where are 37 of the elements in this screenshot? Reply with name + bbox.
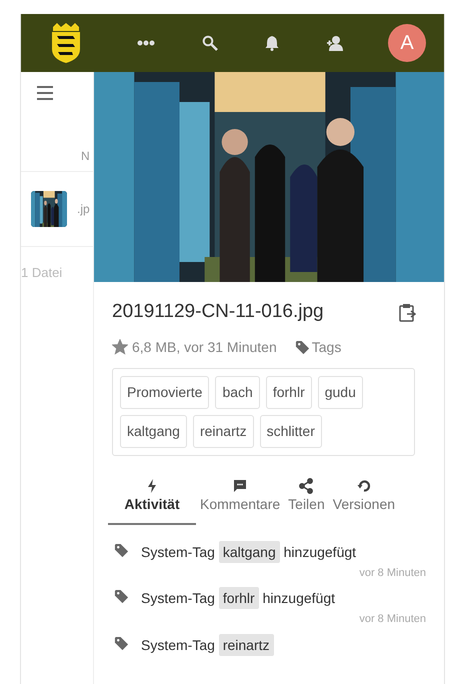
timestamp-text: vor 8 Minuten xyxy=(359,612,426,627)
tag-chip[interactable]: gudu xyxy=(318,376,363,408)
file-meta-text: 6,8 MB, vor 31 Minuten xyxy=(132,338,277,356)
tag-chip[interactable]: schlitter xyxy=(260,414,322,448)
coat-of-arms-logo[interactable] xyxy=(49,23,83,63)
timestamp-text: vor 8 Minuten xyxy=(359,566,426,580)
tag-icon xyxy=(114,542,129,558)
history-icon xyxy=(356,478,372,494)
tab[interactable]: Kommentare xyxy=(196,478,284,524)
activity-text: System-Tag kaltgang hinzugefügt xyxy=(141,538,426,564)
tag-chip[interactable]: reinartz xyxy=(192,414,254,448)
share-icon xyxy=(298,478,314,494)
tags-link[interactable]: Tags xyxy=(312,336,342,358)
comment-icon xyxy=(232,478,248,494)
bell-icon[interactable] xyxy=(265,35,280,51)
tag-icon xyxy=(114,636,129,650)
column-header-text: N xyxy=(81,148,90,165)
activity-text: System-Tag forhlr hinzugefügt xyxy=(141,585,426,611)
menu-icon[interactable] xyxy=(37,86,53,100)
file-count-text: 1 Datei xyxy=(21,264,62,282)
tag-chip[interactable]: Promovierte xyxy=(120,376,210,408)
tab[interactable]: Teilen xyxy=(284,478,329,524)
clipboard-icon[interactable] xyxy=(399,302,416,322)
tag-chip[interactable]: kaltgang xyxy=(120,414,187,448)
activity-text: System-Tag reinartz xyxy=(141,632,426,658)
file-title: 20191129-CN-11-016.jpg xyxy=(112,300,324,324)
search-icon[interactable] xyxy=(202,35,218,51)
file-name-text: .jp xyxy=(77,201,90,218)
tag-chip[interactable]: forhlr xyxy=(266,376,312,408)
tab[interactable]: Versionen xyxy=(328,478,400,524)
tag-icon xyxy=(114,589,129,604)
tab[interactable]: Aktivität xyxy=(108,478,196,524)
contacts-icon[interactable] xyxy=(326,35,344,51)
tag-chip[interactable]: bach xyxy=(215,376,260,408)
tag-icon xyxy=(294,340,310,354)
star-icon[interactable] xyxy=(112,339,128,355)
more-icon[interactable] xyxy=(136,40,155,46)
